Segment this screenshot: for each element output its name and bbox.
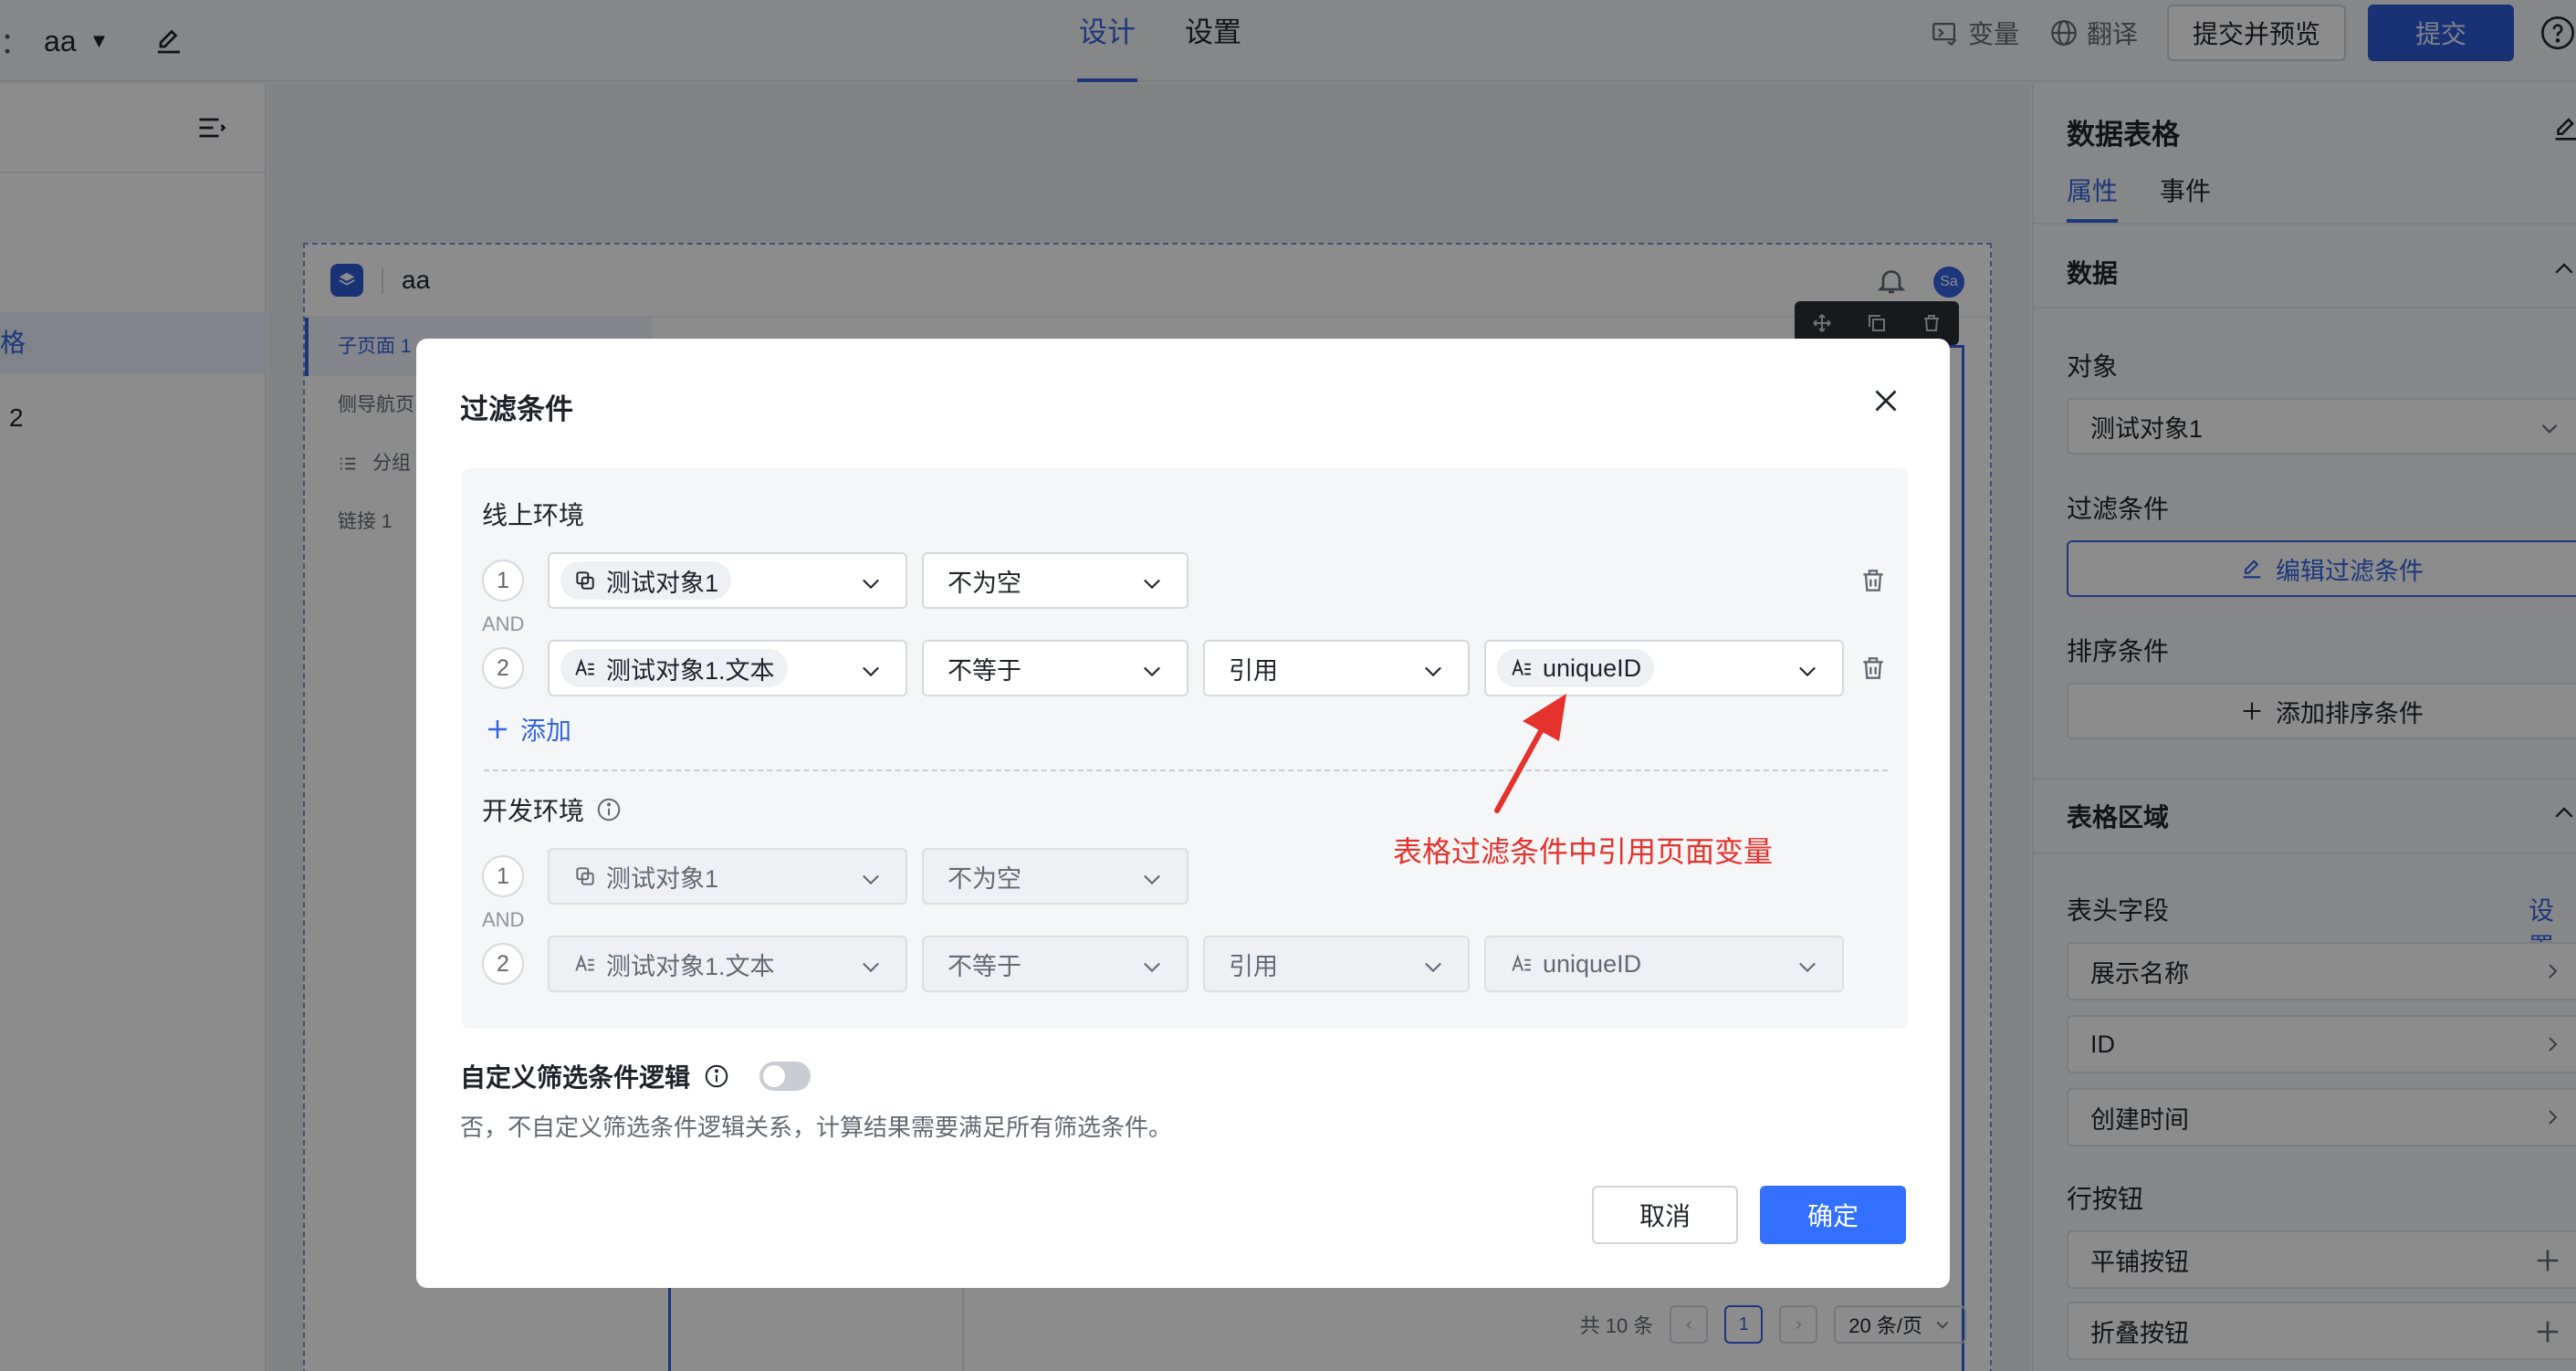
- operator-value: 不等于: [948, 656, 1021, 685]
- chevron-down-icon: [1425, 666, 1441, 677]
- condition-number: 1: [482, 560, 524, 602]
- object-icon: [576, 867, 594, 885]
- chevron-down-icon: [863, 666, 879, 677]
- filter-condition-dialog: 过滤条件 线上环境 1 测试对象1 不为空 AND 2 测试对象1.文本 不等于…: [416, 339, 1950, 1288]
- confirm-button[interactable]: 确定: [1760, 1186, 1906, 1244]
- variable-tag: uniqueID: [1497, 649, 1655, 687]
- custom-logic-row: 自定义筛选条件逻辑: [460, 1058, 812, 1094]
- text-field-icon: [1512, 658, 1531, 675]
- close-icon[interactable]: [1869, 384, 1902, 417]
- text-field-icon: [1512, 954, 1531, 971]
- field-tag: 测试对象1.文本: [560, 945, 788, 983]
- value-type-value: 引用: [1229, 952, 1278, 980]
- reference-variable-select[interactable]: uniqueID: [1484, 640, 1844, 696]
- condition-field-select[interactable]: 测试对象1: [548, 552, 907, 609]
- variable-tag-label: uniqueID: [1543, 949, 1642, 978]
- chevron-down-icon: [1799, 666, 1816, 677]
- and-connector: AND: [482, 612, 525, 635]
- variable-tag-label: uniqueID: [1543, 654, 1642, 682]
- info-icon[interactable]: [595, 796, 623, 823]
- condition-number: 1: [482, 855, 524, 897]
- chevron-down-icon: [863, 962, 879, 973]
- chevron-down-icon: [1144, 666, 1160, 677]
- condition-field-select-disabled: 测试对象1: [548, 848, 907, 905]
- operator-value: 不为空: [948, 864, 1021, 893]
- chevron-down-icon: [1144, 874, 1160, 885]
- text-field-icon: [575, 658, 594, 675]
- condition-operator-select[interactable]: 不等于: [922, 640, 1189, 696]
- dev-env-label: 开发环境: [482, 791, 623, 828]
- value-type-select[interactable]: 引用: [1203, 640, 1470, 696]
- plus-icon: [488, 720, 507, 738]
- text-field-icon: [575, 954, 594, 971]
- condition-number: 2: [482, 647, 524, 689]
- chevron-down-icon: [1799, 962, 1816, 973]
- annotation-text: 表格过滤条件中引用页面变量: [1393, 835, 1774, 868]
- chevron-down-icon: [863, 579, 879, 590]
- field-tag-label: 测试对象1: [606, 864, 719, 893]
- field-tag-label: 测试对象1.文本: [606, 656, 775, 685]
- condition-field-select-disabled: 测试对象1.文本: [548, 936, 907, 992]
- chevron-down-icon: [1144, 579, 1160, 590]
- custom-logic-description: 否，不自定义筛选条件逻辑关系，计算结果需要满足所有筛选条件。: [460, 1114, 1173, 1141]
- condition-number: 2: [482, 943, 524, 985]
- trash-icon[interactable]: [1859, 654, 1888, 683]
- add-condition-button[interactable]: 添加: [484, 711, 571, 748]
- add-condition-label: 添加: [520, 717, 572, 745]
- env-separator: [484, 769, 1888, 771]
- chevron-down-icon: [1425, 962, 1441, 973]
- dialog-title: 过滤条件: [460, 393, 573, 425]
- custom-logic-label: 自定义筛选条件逻辑: [460, 1063, 691, 1092]
- and-connector: AND: [482, 908, 525, 931]
- cancel-button[interactable]: 取消: [1592, 1186, 1738, 1244]
- condition-operator-select-disabled: 不为空: [922, 848, 1189, 905]
- online-env-label: 线上环境: [482, 501, 585, 529]
- chevron-down-icon: [863, 874, 879, 885]
- custom-logic-toggle[interactable]: [759, 1062, 812, 1091]
- condition-box: 线上环境 1 测试对象1 不为空 AND 2 测试对象1.文本 不等于 引用 u…: [462, 468, 1908, 1029]
- chevron-down-icon: [1144, 962, 1160, 973]
- variable-tag: uniqueID: [1497, 945, 1654, 983]
- operator-value: 不为空: [948, 569, 1021, 597]
- field-tag: 测试对象1: [560, 857, 731, 895]
- field-tag: 测试对象1.文本: [560, 649, 788, 687]
- trash-icon[interactable]: [1859, 566, 1888, 595]
- dev-env-label-text: 开发环境: [482, 797, 585, 825]
- condition-operator-select[interactable]: 不为空: [922, 552, 1189, 609]
- condition-operator-select-disabled: 不等于: [922, 936, 1189, 992]
- field-tag-label: 测试对象1: [606, 569, 719, 597]
- field-tag-label: 测试对象1.文本: [606, 952, 775, 980]
- condition-field-select[interactable]: 测试对象1.文本: [548, 640, 907, 696]
- value-type-select-disabled: 引用: [1203, 936, 1470, 992]
- field-tag: 测试对象1: [560, 561, 732, 600]
- reference-variable-select-disabled: uniqueID: [1484, 936, 1844, 992]
- object-icon: [576, 571, 594, 590]
- info-icon[interactable]: [703, 1062, 730, 1090]
- operator-value: 不等于: [948, 952, 1021, 980]
- value-type-value: 引用: [1229, 656, 1278, 685]
